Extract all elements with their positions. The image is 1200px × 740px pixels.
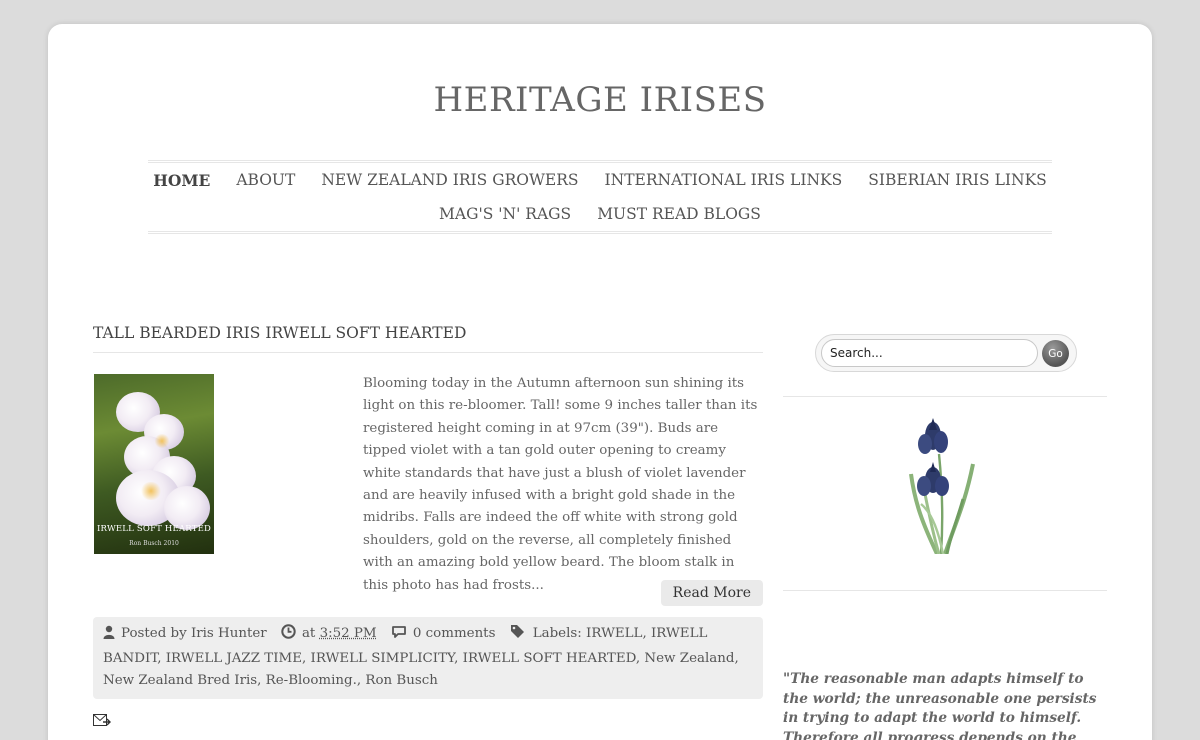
comments-link[interactable]: 0 comments: [413, 626, 496, 641]
label-link[interactable]: IRWELL SOFT HEARTED: [463, 651, 636, 666]
nav-nz-iris-growers[interactable]: NEW ZEALAND IRIS GROWERS: [308, 171, 591, 189]
tag-icon: [510, 624, 527, 648]
search-go-button[interactable]: Go: [1042, 340, 1069, 367]
labels-label: Labels:: [532, 626, 582, 641]
main-content: TALL BEARDED IRIS IRWELL SOFT HEARTED IR…: [93, 324, 763, 699]
clock-icon: [281, 624, 296, 648]
read-more-button[interactable]: Read More: [660, 580, 763, 606]
email-post-icon[interactable]: [93, 712, 111, 731]
label-link[interactable]: IRWELL: [586, 626, 642, 641]
iris-illustration: [903, 414, 983, 558]
nav-row-2: MAG'S 'N' RAGS MUST READ BLOGS: [148, 197, 1052, 231]
post-footer-meta: Posted by Iris Hunter at 3:52 PM 0 comme…: [93, 617, 763, 699]
label-link[interactable]: New Zealand: [644, 651, 734, 666]
post-thumbnail[interactable]: IRWELL SOFT HEARTED Ron Busch 2010: [94, 374, 214, 554]
post-excerpt: Blooming today in the Autumn afternoon s…: [363, 376, 758, 593]
post-time: 3:52 PM: [319, 626, 377, 641]
post-body: IRWELL SOFT HEARTED Ron Busch 2010 Bloom…: [93, 373, 763, 606]
nav-mags-n-rags[interactable]: MAG'S 'N' RAGS: [426, 205, 584, 223]
page-container: HERITAGE IRISES HOME ABOUT NEW ZEALAND I…: [48, 24, 1152, 740]
nav-home[interactable]: HOME: [140, 171, 223, 190]
nav-siberian-iris-links[interactable]: SIBERIAN IRIS LINKS: [855, 171, 1060, 189]
thumbnail-beard: [140, 482, 162, 500]
main-nav: HOME ABOUT NEW ZEALAND IRIS GROWERS INTE…: [148, 160, 1052, 234]
comment-icon: [391, 625, 407, 648]
label-link[interactable]: New Zealand Bred Iris: [103, 673, 257, 688]
nav-international-iris-links[interactable]: INTERNATIONAL IRIS LINKS: [592, 171, 856, 189]
label-link[interactable]: Ron Busch: [365, 673, 438, 688]
nav-row-1: HOME ABOUT NEW ZEALAND IRIS GROWERS INTE…: [148, 163, 1052, 197]
search-widget: Go: [815, 334, 1077, 372]
at-label: at: [301, 626, 316, 641]
sidebar-quote: "The reasonable man adapts himself to th…: [783, 671, 1097, 740]
label-link[interactable]: IRWELL SIMPLICITY: [311, 651, 455, 666]
thumbnail-beard: [154, 434, 170, 448]
person-icon: [103, 625, 115, 648]
label-link[interactable]: IRWELL JAZZ TIME: [166, 651, 302, 666]
nav-must-read-blogs[interactable]: MUST READ BLOGS: [584, 205, 774, 223]
search-input[interactable]: [821, 339, 1038, 367]
nav-about[interactable]: ABOUT: [223, 171, 308, 189]
author-link[interactable]: Iris Hunter: [191, 626, 267, 641]
post-time-link[interactable]: 3:52 PM: [320, 626, 377, 641]
thumbnail-caption: IRWELL SOFT HEARTED: [96, 524, 212, 534]
posted-by-label: Posted by: [121, 626, 187, 641]
sidebar-divider: [783, 396, 1107, 397]
sidebar-divider: [783, 590, 1107, 591]
site-title[interactable]: HERITAGE IRISES: [48, 80, 1152, 120]
label-link[interactable]: Re-Blooming.: [266, 673, 357, 688]
post-title[interactable]: TALL BEARDED IRIS IRWELL SOFT HEARTED: [93, 324, 763, 353]
thumbnail-caption-sub: Ron Busch 2010: [129, 540, 179, 547]
